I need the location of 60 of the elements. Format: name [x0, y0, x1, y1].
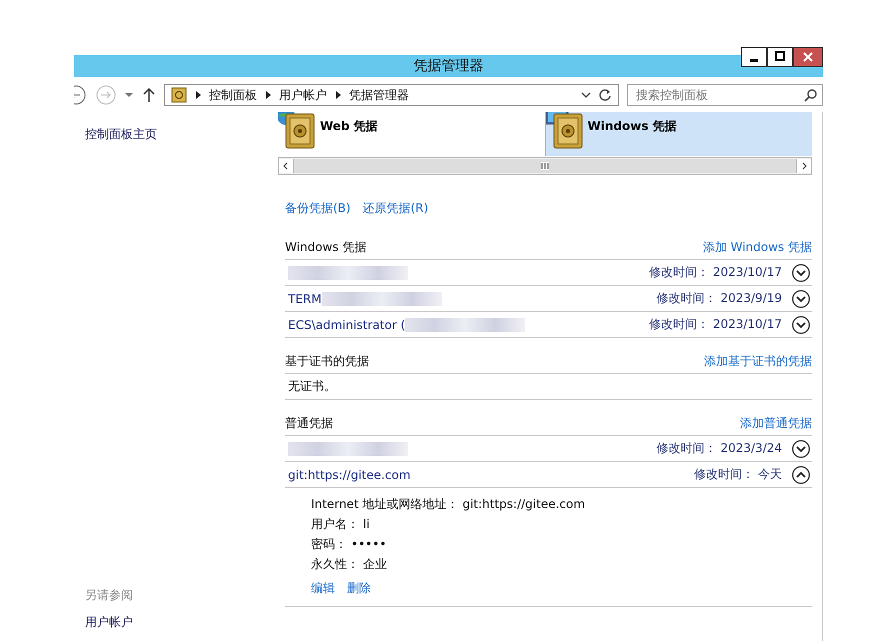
empty-message: 无证书。	[288, 378, 336, 395]
control-panel-icon[interactable]	[171, 87, 187, 103]
credential-name[interactable]: git:https://gitee.com	[288, 468, 411, 482]
add-credential-link[interactable]: 添加 Windows 凭据	[702, 239, 812, 256]
detail-label: 用户名：	[311, 516, 359, 532]
address-bar[interactable]: 控制面板 用户帐户 凭据管理器	[164, 84, 619, 106]
chevron-icon[interactable]	[193, 89, 203, 101]
modified-time: 修改时间： 2023/3/24	[656, 440, 782, 457]
detail-label: 永久性：	[311, 556, 359, 572]
detail-value: li	[363, 517, 370, 531]
collapse-icon[interactable]	[792, 466, 810, 484]
back-icon[interactable]	[74, 85, 88, 105]
sidebar-link[interactable]: 控制面板主页	[85, 126, 278, 143]
credential-tab[interactable]: Web 凭据	[278, 112, 544, 156]
add-credential-link[interactable]: 添加基于证书的凭据	[704, 353, 812, 370]
modified-time: 修改时间： 2023/10/17	[649, 316, 782, 333]
detail-action-link[interactable]: 编辑	[311, 580, 335, 596]
detail-label: Internet 地址或网络地址：	[311, 496, 458, 512]
up-icon[interactable]	[142, 85, 156, 105]
window-title: 凭据管理器	[414, 57, 484, 75]
expand-icon[interactable]	[792, 290, 810, 308]
search-icon[interactable]	[804, 88, 818, 102]
chevron-icon[interactable]	[333, 89, 343, 101]
scroll-right-icon[interactable]	[797, 159, 811, 173]
close-icon[interactable]	[793, 47, 823, 67]
sidebar-link[interactable]: 用户帐户	[85, 614, 278, 631]
credential-name[interactable]: ECS\administrator (	[288, 318, 406, 332]
modified-time: 修改时间： 2023/10/17	[649, 264, 782, 281]
sidebar-heading: 另请参阅	[85, 587, 134, 604]
expand-icon[interactable]	[792, 440, 810, 458]
windows-vault-icon[interactable]	[546, 112, 584, 150]
grip-icon[interactable]	[541, 162, 549, 170]
action-link[interactable]: 备份凭据(B)	[285, 200, 351, 224]
credential-name[interactable]: TERM	[288, 292, 322, 306]
detail-value: •••••	[351, 537, 386, 551]
credential-tab[interactable]: Windows 凭据	[544, 112, 812, 156]
maximize-icon[interactable]	[767, 47, 793, 67]
section-title: Windows 凭据	[285, 239, 366, 256]
web-vault-icon[interactable]	[278, 112, 316, 150]
section-title: 基于证书的凭据	[285, 353, 369, 370]
breadcrumb-item[interactable]: 控制面板	[209, 86, 257, 104]
modified-time: 修改时间： 2023/9/19	[656, 290, 782, 307]
scroll-left-icon[interactable]	[279, 159, 293, 173]
breadcrumb-item[interactable]: 用户帐户	[279, 86, 327, 104]
search-field[interactable]: 搜索控制面板	[627, 84, 823, 106]
expand-icon[interactable]	[792, 316, 810, 334]
minimize-icon[interactable]	[741, 47, 767, 67]
section-title: 普通凭据	[285, 415, 333, 432]
detail-value: git:https://gitee.com	[462, 497, 586, 511]
chevron-icon[interactable]	[263, 89, 273, 101]
refresh-icon[interactable]	[598, 88, 612, 102]
detail-action-link[interactable]: 删除	[347, 580, 371, 596]
action-link[interactable]: 还原凭据(R)	[362, 200, 428, 224]
horizontal-scrollbar[interactable]	[278, 157, 812, 175]
detail-label: 密码：	[311, 536, 347, 552]
add-credential-link[interactable]: 添加普通凭据	[740, 415, 812, 432]
breadcrumb-item[interactable]: 凭据管理器	[349, 86, 409, 104]
detail-value: 企业	[363, 556, 387, 572]
modified-time: 修改时间： 今天	[694, 466, 782, 483]
expand-icon[interactable]	[792, 264, 810, 282]
